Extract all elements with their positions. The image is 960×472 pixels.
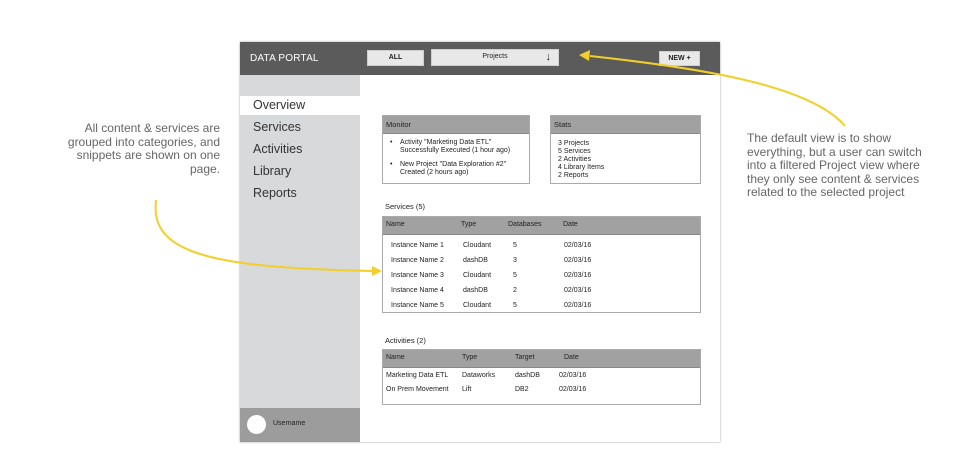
column-header: Date [563, 221, 578, 228]
monitor-item-text: Activity "Marketing Data ETL" Successful… [400, 139, 511, 154]
all-button[interactable]: ALL [367, 50, 424, 66]
projects-dropdown-label: Projects [482, 53, 508, 60]
annotation-left: All content & services are grouped into … [67, 121, 220, 176]
cell-date: 02/03/16 [564, 257, 592, 264]
sidebar-item-reports[interactable]: Reports [240, 184, 360, 203]
monitor-panel: Monitor • Activity "Marketing Data ETL" … [382, 115, 530, 184]
cell-date: 02/03/16 [559, 386, 587, 393]
cell-type: Cloudant [463, 302, 492, 309]
sidebar-item-overview[interactable]: Overview [240, 96, 360, 115]
stat-line: 5 Services [558, 148, 591, 155]
cell-databases: 3 [513, 257, 517, 264]
cell-target: DB2 [515, 386, 529, 393]
stat-line: 2 Reports [558, 172, 589, 179]
sidebar-item-activities[interactable]: Activities [240, 140, 360, 159]
cell-date: 02/03/16 [559, 372, 587, 379]
activities-table: Name Type Target Date Marketing Data ETL… [382, 349, 701, 405]
cell-type: Cloudant [463, 272, 492, 279]
column-header: Type [461, 221, 477, 228]
cell-type: Lift [462, 386, 472, 393]
cell-date: 02/03/16 [564, 272, 592, 279]
stats-title: Stats [551, 116, 700, 134]
column-header: Target [515, 354, 535, 361]
cell-target: dashDB [515, 372, 540, 379]
arrow-down-icon: ↓ [545, 51, 552, 63]
table-row[interactable]: Instance Name 5 Cloudant 5 02/03/16 [383, 298, 700, 313]
cell-type: Dataworks [462, 372, 496, 379]
cell-databases: 5 [513, 302, 517, 309]
cell-type: dashDB [463, 287, 488, 294]
cell-name: Marketing Data ETL [386, 372, 449, 379]
monitor-item[interactable]: • Activity "Marketing Data ETL" Successf… [383, 139, 530, 155]
table-row[interactable]: Instance Name 1 Cloudant 5 02/03/16 [383, 238, 700, 253]
column-header: Name [386, 354, 405, 361]
services-title: Services (5) [385, 202, 426, 211]
user-area[interactable]: Username [240, 408, 360, 442]
cell-date: 02/03/16 [564, 242, 592, 249]
sidebar-item-library[interactable]: Library [240, 162, 360, 181]
bullet-icon: • [390, 139, 393, 146]
cell-name: On Prem Movement [386, 386, 449, 393]
top-bar: DATA PORTAL ALL Projects ↓ NEW + [240, 42, 720, 75]
cell-name: Instance Name 1 [391, 242, 444, 249]
sidebar: Overview Services Activities Library Rep… [240, 75, 360, 442]
services-table-header: Name Type Databases Date [383, 217, 700, 235]
annotation-right: The default view is to show everything, … [747, 131, 922, 199]
new-button[interactable]: NEW + [659, 51, 700, 66]
monitor-title: Monitor [383, 116, 529, 134]
services-table: Name Type Databases Date Instance Name 1… [382, 216, 701, 313]
projects-dropdown[interactable]: Projects ↓ [431, 49, 559, 66]
table-row[interactable]: Instance Name 3 Cloudant 5 02/03/16 [383, 268, 700, 283]
activities-title: Activities (2) [385, 336, 426, 345]
cell-type: Cloudant [463, 242, 492, 249]
cell-name: Instance Name 4 [391, 287, 444, 294]
cell-databases: 5 [513, 272, 517, 279]
table-row[interactable]: On Prem Movement Lift DB2 02/03/16 [383, 383, 700, 397]
stat-line: 4 Library Items [558, 164, 605, 171]
cell-type: dashDB [463, 257, 488, 264]
column-header: Date [564, 354, 579, 361]
cell-name: Instance Name 2 [391, 257, 444, 264]
table-row[interactable]: Marketing Data ETL Dataworks dashDB 02/0… [383, 369, 700, 383]
avatar[interactable] [247, 415, 266, 434]
table-row[interactable]: Instance Name 2 dashDB 3 02/03/16 [383, 253, 700, 268]
brand-title: DATA PORTAL [250, 53, 319, 64]
stats-panel: Stats 3 Projects 5 Services 2 Activities… [550, 115, 701, 184]
cell-name: Instance Name 5 [391, 302, 444, 309]
column-header: Databases [508, 221, 542, 228]
bullet-icon: • [390, 161, 393, 168]
cell-name: Instance Name 3 [391, 272, 444, 279]
table-row[interactable]: Instance Name 4 dashDB 2 02/03/16 [383, 283, 700, 298]
monitor-item-text: New Project "Data Exploration #2" Create… [400, 161, 507, 176]
activities-table-header: Name Type Target Date [383, 350, 700, 368]
mockup-frame: DATA PORTAL ALL Projects ↓ NEW + Overvie… [240, 42, 720, 442]
column-header: Name [386, 221, 405, 228]
column-header: Type [462, 354, 478, 361]
cell-databases: 5 [513, 242, 517, 249]
cell-date: 02/03/16 [564, 287, 592, 294]
stat-line: 2 Activities [558, 156, 592, 163]
cell-date: 02/03/16 [564, 302, 592, 309]
cell-databases: 2 [513, 287, 517, 294]
sidebar-item-services[interactable]: Services [240, 118, 360, 137]
stat-line: 3 Projects [558, 140, 590, 147]
username-label: Username [273, 420, 306, 427]
monitor-item[interactable]: • New Project "Data Exploration #2" Crea… [383, 161, 530, 177]
